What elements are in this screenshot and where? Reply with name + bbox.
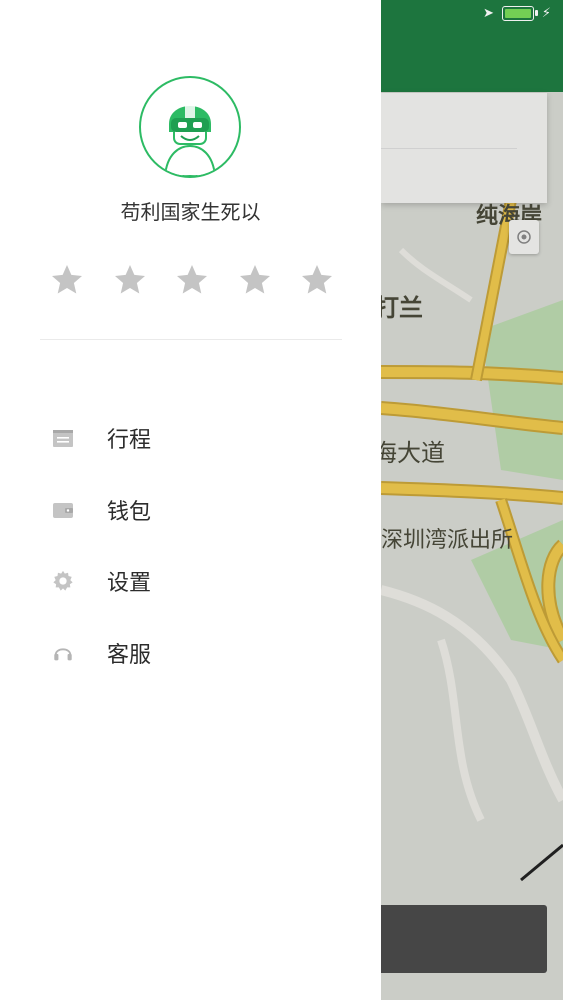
menu-item-support[interactable]: 客服: [0, 627, 381, 679]
star-icon: [302, 265, 332, 294]
star-icon: [239, 265, 270, 294]
map-label-island: 打兰: [381, 294, 423, 322]
gear-icon: [52, 570, 74, 592]
menu-label-wallet: 钱包: [107, 500, 152, 525]
menu-item-settings[interactable]: 设置: [0, 555, 381, 607]
destination-card[interactable]: [381, 93, 547, 203]
card-divider: [381, 148, 517, 149]
rating-stars: [48, 262, 336, 298]
star-icon: [177, 265, 207, 294]
drawer-divider: [40, 339, 342, 340]
map-label-road: 海大道: [381, 439, 445, 467]
status-bar: ➤ ⚡: [483, 6, 551, 21]
side-drawer: 苟利国家生死以 行程 钱包 设置 客服: [0, 0, 381, 1000]
receipt-icon: [52, 427, 74, 449]
menu-item-trips[interactable]: 行程: [0, 412, 381, 464]
menu-label-trips: 行程: [107, 428, 152, 453]
menu-item-wallet[interactable]: 钱包: [0, 484, 381, 536]
star-icon: [52, 265, 82, 294]
avatar[interactable]: [139, 76, 241, 178]
battery-icon: [501, 6, 538, 21]
menu-label-settings: 设置: [107, 571, 152, 596]
menu-label-support: 客服: [107, 643, 152, 668]
target-icon: [517, 230, 531, 244]
charging-bolt-icon: ⚡: [541, 6, 551, 21]
wallet-icon: [52, 499, 74, 521]
bottom-action-bar[interactable]: [381, 905, 547, 973]
location-arrow-icon: ➤: [482, 6, 494, 21]
map-label-police: 深圳湾派出所: [381, 528, 514, 553]
user-name: 苟利国家生死以: [120, 200, 261, 224]
locate-button[interactable]: [509, 220, 539, 254]
headset-icon: [52, 642, 74, 664]
driver-avatar-icon: [163, 95, 217, 176]
star-icon: [114, 265, 145, 294]
map-view[interactable]: ➤ ⚡ 纯海岸 打兰 海大道 深圳湾派出所: [381, 0, 563, 1000]
map-header-bar: ➤ ⚡: [381, 0, 563, 92]
